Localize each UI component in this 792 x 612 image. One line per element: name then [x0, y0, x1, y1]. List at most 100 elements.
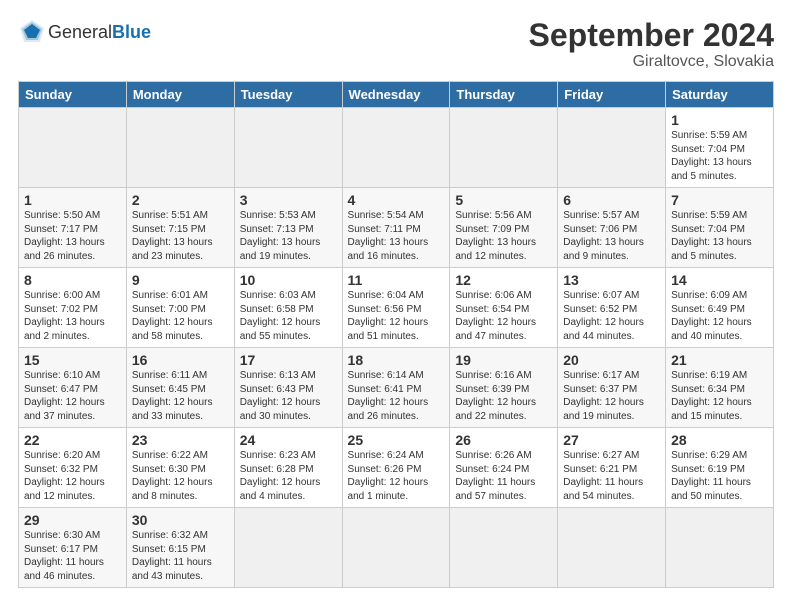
day-number: 8: [24, 272, 121, 288]
day-number: 20: [563, 352, 660, 368]
day-detail: Sunrise: 6:03 AMSunset: 6:58 PMDaylight:…: [240, 290, 321, 342]
calendar-cell: 25 Sunrise: 6:24 AMSunset: 6:26 PMDaylig…: [342, 428, 450, 508]
col-friday: Friday: [558, 82, 666, 108]
page: GeneralBlue September 2024 Giraltovce, S…: [0, 0, 792, 598]
calendar-week-3: 8 Sunrise: 6:00 AMSunset: 7:02 PMDayligh…: [19, 268, 774, 348]
day-number: 14: [671, 272, 768, 288]
day-number: 3: [240, 192, 337, 208]
col-wednesday: Wednesday: [342, 82, 450, 108]
day-number: 29: [24, 512, 121, 528]
calendar-cell: 29 Sunrise: 6:30 AMSunset: 6:17 PMDaylig…: [19, 508, 127, 588]
day-detail: Sunrise: 6:16 AMSunset: 6:39 PMDaylight:…: [455, 370, 536, 422]
calendar-cell: 22 Sunrise: 6:20 AMSunset: 6:32 PMDaylig…: [19, 428, 127, 508]
day-detail: Sunrise: 6:04 AMSunset: 6:56 PMDaylight:…: [348, 290, 429, 342]
day-number: 23: [132, 432, 229, 448]
day-detail: Sunrise: 6:30 AMSunset: 6:17 PMDaylight:…: [24, 530, 104, 582]
day-detail: Sunrise: 5:56 AMSunset: 7:09 PMDaylight:…: [455, 210, 536, 262]
calendar-cell: 30 Sunrise: 6:32 AMSunset: 6:15 PMDaylig…: [126, 508, 234, 588]
day-detail: Sunrise: 6:23 AMSunset: 6:28 PMDaylight:…: [240, 450, 321, 502]
calendar-cell: 26 Sunrise: 6:26 AMSunset: 6:24 PMDaylig…: [450, 428, 558, 508]
calendar-cell: 28 Sunrise: 6:29 AMSunset: 6:19 PMDaylig…: [666, 428, 774, 508]
calendar-cell: 5 Sunrise: 5:56 AMSunset: 7:09 PMDayligh…: [450, 188, 558, 268]
day-number: 16: [132, 352, 229, 368]
calendar-cell: [342, 508, 450, 588]
calendar-table: Sunday Monday Tuesday Wednesday Thursday…: [18, 81, 774, 588]
day-number: 30: [132, 512, 229, 528]
day-detail: Sunrise: 6:27 AMSunset: 6:21 PMDaylight:…: [563, 450, 643, 502]
day-number: 7: [671, 192, 768, 208]
calendar-cell: 27 Sunrise: 6:27 AMSunset: 6:21 PMDaylig…: [558, 428, 666, 508]
day-number: 21: [671, 352, 768, 368]
logo-blue: Blue: [112, 22, 151, 42]
day-detail: Sunrise: 5:59 AMSunset: 7:04 PMDaylight:…: [671, 130, 752, 182]
calendar-week-1: 1 Sunrise: 5:59 AMSunset: 7:04 PMDayligh…: [19, 108, 774, 188]
day-number: 11: [348, 272, 445, 288]
calendar-cell: [234, 508, 342, 588]
logo-general: General: [48, 22, 112, 42]
day-detail: Sunrise: 5:51 AMSunset: 7:15 PMDaylight:…: [132, 210, 213, 262]
day-number: 10: [240, 272, 337, 288]
calendar-cell: 20 Sunrise: 6:17 AMSunset: 6:37 PMDaylig…: [558, 348, 666, 428]
calendar-cell: 3 Sunrise: 5:53 AMSunset: 7:13 PMDayligh…: [234, 188, 342, 268]
calendar-cell: 7 Sunrise: 5:59 AMSunset: 7:04 PMDayligh…: [666, 188, 774, 268]
col-monday: Monday: [126, 82, 234, 108]
calendar-cell: 4 Sunrise: 5:54 AMSunset: 7:11 PMDayligh…: [342, 188, 450, 268]
calendar-cell: 10 Sunrise: 6:03 AMSunset: 6:58 PMDaylig…: [234, 268, 342, 348]
calendar-cell: [666, 508, 774, 588]
day-detail: Sunrise: 5:57 AMSunset: 7:06 PMDaylight:…: [563, 210, 644, 262]
day-number: 17: [240, 352, 337, 368]
day-detail: Sunrise: 6:29 AMSunset: 6:19 PMDaylight:…: [671, 450, 751, 502]
day-detail: Sunrise: 6:20 AMSunset: 6:32 PMDaylight:…: [24, 450, 105, 502]
day-detail: Sunrise: 6:09 AMSunset: 6:49 PMDaylight:…: [671, 290, 752, 342]
day-detail: Sunrise: 6:24 AMSunset: 6:26 PMDaylight:…: [348, 450, 429, 502]
calendar-cell: 14 Sunrise: 6:09 AMSunset: 6:49 PMDaylig…: [666, 268, 774, 348]
calendar-cell: [234, 108, 342, 188]
day-detail: Sunrise: 5:54 AMSunset: 7:11 PMDaylight:…: [348, 210, 429, 262]
calendar-cell: 8 Sunrise: 6:00 AMSunset: 7:02 PMDayligh…: [19, 268, 127, 348]
day-detail: Sunrise: 6:13 AMSunset: 6:43 PMDaylight:…: [240, 370, 321, 422]
day-detail: Sunrise: 6:22 AMSunset: 6:30 PMDaylight:…: [132, 450, 213, 502]
day-detail: Sunrise: 5:53 AMSunset: 7:13 PMDaylight:…: [240, 210, 321, 262]
day-number: 15: [24, 352, 121, 368]
calendar-cell: 6 Sunrise: 5:57 AMSunset: 7:06 PMDayligh…: [558, 188, 666, 268]
col-sunday: Sunday: [19, 82, 127, 108]
day-number: 4: [348, 192, 445, 208]
calendar-week-5: 22 Sunrise: 6:20 AMSunset: 6:32 PMDaylig…: [19, 428, 774, 508]
calendar-week-4: 15 Sunrise: 6:10 AMSunset: 6:47 PMDaylig…: [19, 348, 774, 428]
day-detail: Sunrise: 6:26 AMSunset: 6:24 PMDaylight:…: [455, 450, 535, 502]
col-saturday: Saturday: [666, 82, 774, 108]
calendar-cell: 13 Sunrise: 6:07 AMSunset: 6:52 PMDaylig…: [558, 268, 666, 348]
logo-icon: [18, 18, 46, 46]
month-title: September 2024: [529, 18, 774, 53]
col-thursday: Thursday: [450, 82, 558, 108]
day-number: 25: [348, 432, 445, 448]
day-number: 2: [132, 192, 229, 208]
day-number: 1: [671, 112, 768, 128]
day-detail: Sunrise: 6:06 AMSunset: 6:54 PMDaylight:…: [455, 290, 536, 342]
calendar-cell: [342, 108, 450, 188]
calendar-cell: [450, 508, 558, 588]
day-number: 19: [455, 352, 552, 368]
calendar-cell: [450, 108, 558, 188]
day-number: 9: [132, 272, 229, 288]
calendar-cell: 21 Sunrise: 6:19 AMSunset: 6:34 PMDaylig…: [666, 348, 774, 428]
calendar-cell: [19, 108, 127, 188]
calendar-cell: 1 Sunrise: 5:50 AMSunset: 7:17 PMDayligh…: [19, 188, 127, 268]
calendar-cell: [126, 108, 234, 188]
calendar-cell: 12 Sunrise: 6:06 AMSunset: 6:54 PMDaylig…: [450, 268, 558, 348]
title-block: September 2024 Giraltovce, Slovakia: [529, 18, 774, 71]
day-detail: Sunrise: 5:50 AMSunset: 7:17 PMDaylight:…: [24, 210, 105, 262]
calendar-cell: [558, 508, 666, 588]
location-title: Giraltovce, Slovakia: [529, 53, 774, 71]
calendar-cell: 19 Sunrise: 6:16 AMSunset: 6:39 PMDaylig…: [450, 348, 558, 428]
day-detail: Sunrise: 5:59 AMSunset: 7:04 PMDaylight:…: [671, 210, 752, 262]
day-number: 24: [240, 432, 337, 448]
calendar-cell: 18 Sunrise: 6:14 AMSunset: 6:41 PMDaylig…: [342, 348, 450, 428]
calendar-cell: 9 Sunrise: 6:01 AMSunset: 7:00 PMDayligh…: [126, 268, 234, 348]
calendar-cell: 23 Sunrise: 6:22 AMSunset: 6:30 PMDaylig…: [126, 428, 234, 508]
day-number: 13: [563, 272, 660, 288]
day-detail: Sunrise: 6:00 AMSunset: 7:02 PMDaylight:…: [24, 290, 105, 342]
day-number: 27: [563, 432, 660, 448]
calendar-cell: 2 Sunrise: 5:51 AMSunset: 7:15 PMDayligh…: [126, 188, 234, 268]
header-row: Sunday Monday Tuesday Wednesday Thursday…: [19, 82, 774, 108]
